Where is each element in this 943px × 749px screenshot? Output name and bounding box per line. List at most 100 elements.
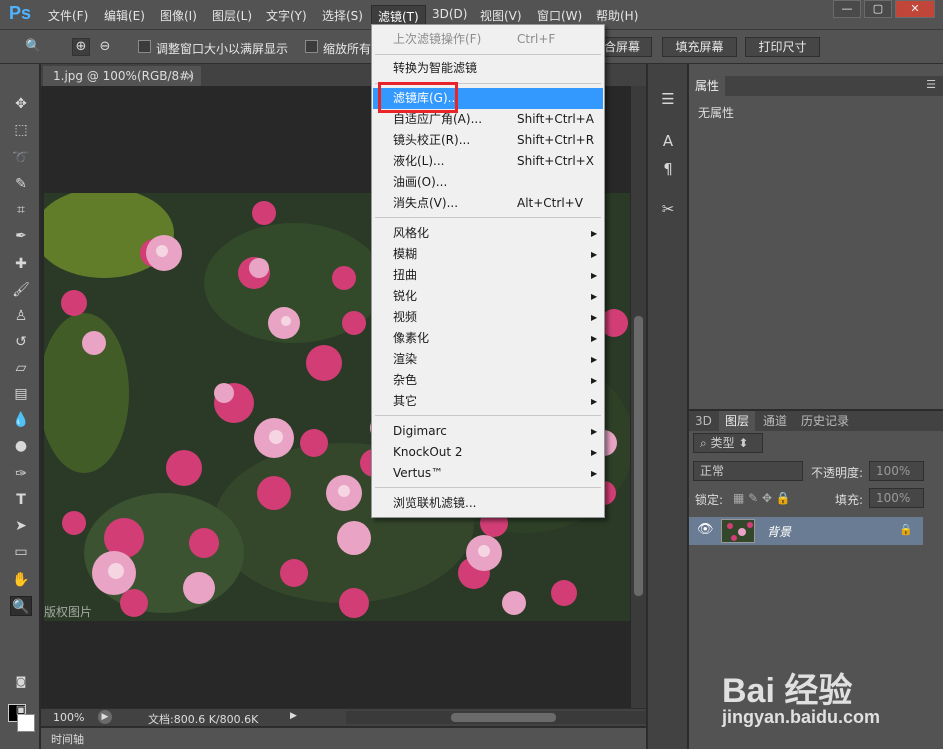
gradient-tool-icon[interactable]: ▤: [10, 384, 32, 404]
quick-select-tool-icon[interactable]: ✎: [10, 174, 32, 194]
zoom-level[interactable]: 100%: [53, 711, 84, 724]
vertical-scroll-thumb[interactable]: [634, 316, 643, 596]
character-panel-icon[interactable]: A: [657, 130, 679, 152]
status-menu-arrow-icon[interactable]: ▶: [290, 711, 297, 721]
menu-item-oil-paint[interactable]: 油画(O)...: [373, 172, 603, 193]
close-button[interactable]: ✕: [895, 0, 935, 18]
move-tool-icon[interactable]: ✥: [10, 94, 32, 114]
menu-help[interactable]: 帮助(H): [596, 7, 638, 24]
print-size-button[interactable]: 打印尺寸: [745, 37, 820, 57]
zoom-out-icon[interactable]: ⊖: [96, 38, 114, 56]
status-info-icon[interactable]: ▶: [98, 710, 112, 724]
menu-separator: [375, 54, 601, 55]
history-brush-tool-icon[interactable]: ↺: [10, 332, 32, 352]
tab-layers[interactable]: 图层: [719, 411, 756, 431]
tab-properties[interactable]: 属性: [689, 76, 726, 96]
menu-item-video[interactable]: 视频 ▶: [373, 307, 603, 328]
properties-panel: 属性 ☰ 无属性: [688, 64, 943, 409]
clone-stamp-tool-icon[interactable]: ♙: [10, 306, 32, 326]
menu-layer[interactable]: 图层(L): [212, 7, 252, 24]
menu-type[interactable]: 文字(Y): [266, 7, 307, 24]
vertical-scrollbar[interactable]: [631, 86, 646, 708]
zoom-tool-icon[interactable]: 🔍: [24, 38, 42, 56]
lasso-tool-icon[interactable]: ➰: [10, 148, 32, 168]
opacity-input[interactable]: 100%: [869, 461, 924, 481]
menu-item-vertus[interactable]: Vertus™ ▶: [373, 463, 603, 484]
menu-select[interactable]: 选择(S): [322, 7, 363, 24]
brush-tool-icon[interactable]: 🖌: [10, 280, 32, 300]
marquee-tool-icon[interactable]: ⬚: [10, 120, 32, 140]
eyedropper-tool-icon[interactable]: ✒: [10, 226, 32, 246]
hand-tool-icon[interactable]: ✋: [10, 570, 32, 590]
blur-tool-icon[interactable]: 💧: [10, 410, 32, 430]
fill-screen-button[interactable]: 填充屏幕: [662, 37, 737, 57]
menu-item-render[interactable]: 渲染 ▶: [373, 349, 603, 370]
menu-item-blur[interactable]: 模糊 ▶: [373, 244, 603, 265]
sharpen-label: 锐化: [393, 289, 418, 303]
menu-item-distort[interactable]: 扭曲 ▶: [373, 265, 603, 286]
dodge-tool-icon[interactable]: ●: [10, 436, 32, 456]
horizontal-scrollbar[interactable]: [346, 711, 646, 724]
menu-item-noise[interactable]: 杂色 ▶: [373, 370, 603, 391]
render-label: 渲染: [393, 352, 418, 366]
menu-item-liquify[interactable]: 液化(L)... Shift+Ctrl+X: [373, 151, 603, 172]
minimize-button[interactable]: —: [833, 0, 861, 18]
quick-mask-icon[interactable]: ◙: [10, 672, 32, 692]
pixelate-label: 像素化: [393, 331, 430, 345]
timeline-label[interactable]: 时间轴: [51, 731, 84, 747]
submenu-arrow-icon: ▶: [591, 448, 598, 457]
menu-item-pixelate[interactable]: 像素化 ▶: [373, 328, 603, 349]
menu-item-vanishing-point[interactable]: 消失点(V)... Alt+Ctrl+V: [373, 193, 603, 214]
lock-icons[interactable]: ▦ ✎ ✥ 🔒: [733, 491, 791, 505]
close-tab-icon[interactable]: ×: [185, 66, 195, 86]
menu-3d[interactable]: 3D(D): [432, 7, 467, 21]
menu-item-browse-online-filters[interactable]: 浏览联机滤镜...: [373, 493, 603, 514]
tab-3d[interactable]: 3D: [689, 411, 718, 431]
tool-presets-icon[interactable]: ✂: [657, 198, 679, 220]
menu-item-lens-correction[interactable]: 镜头校正(R)... Shift+Ctrl+R: [373, 130, 603, 151]
menu-view[interactable]: 视图(V): [480, 7, 522, 24]
menu-edit[interactable]: 编辑(E): [104, 7, 145, 24]
layer-row-background[interactable]: 👁 背景 🔒: [689, 517, 923, 545]
screen-mode-icon[interactable]: ▣: [10, 700, 32, 720]
paragraph-panel-icon[interactable]: ¶: [657, 158, 679, 180]
layers-tab-strip: 3D 图层 通道 历史记录: [689, 411, 943, 431]
fill-input[interactable]: 100%: [869, 488, 924, 508]
tab-channels[interactable]: 通道: [757, 411, 793, 431]
layer-kind-filter[interactable]: ⌕ 类型 ⬍: [693, 433, 763, 453]
menu-image[interactable]: 图像(I): [160, 7, 197, 24]
zoom-all-checkbox[interactable]: [305, 40, 318, 53]
eye-visibility-icon[interactable]: 👁: [697, 522, 714, 537]
zoom-tool-icon[interactable]: 🔍: [10, 596, 32, 616]
document-tab[interactable]: 1.jpg @ 100%(RGB/8#) ×: [43, 66, 201, 86]
lens-correction-shortcut: Shift+Ctrl+R: [517, 133, 595, 147]
menu-item-convert-smart-filter[interactable]: 转换为智能滤镜: [373, 58, 603, 79]
menu-item-knockout[interactable]: KnockOut 2 ▶: [373, 442, 603, 463]
menu-item-other[interactable]: 其它 ▶: [373, 391, 603, 412]
path-select-tool-icon[interactable]: ➤: [10, 516, 32, 536]
healing-brush-tool-icon[interactable]: ✚: [10, 254, 32, 274]
document-tab-title: 1.jpg @ 100%(RGB/8#): [53, 69, 194, 83]
rectangle-tool-icon[interactable]: ▭: [10, 542, 32, 562]
stylize-label: 风格化: [393, 226, 430, 240]
zoom-in-icon[interactable]: ⊕: [72, 38, 90, 56]
tab-history[interactable]: 历史记录: [795, 411, 855, 431]
horizontal-scroll-thumb[interactable]: [451, 713, 556, 722]
pen-tool-icon[interactable]: ✑: [10, 464, 32, 484]
panel-menu-icon[interactable]: ☰: [926, 78, 936, 91]
restore-button[interactable]: ▢: [864, 0, 892, 18]
other-label: 其它: [393, 394, 418, 408]
submenu-arrow-icon: ▶: [591, 292, 598, 301]
menu-item-stylize[interactable]: 风格化 ▶: [373, 223, 603, 244]
menu-window[interactable]: 窗口(W): [537, 7, 582, 24]
menu-item-sharpen[interactable]: 锐化 ▶: [373, 286, 603, 307]
type-tool-icon[interactable]: T: [10, 490, 32, 510]
eraser-tool-icon[interactable]: ▱: [10, 358, 32, 378]
properties-panel-icon[interactable]: ☰: [657, 88, 679, 110]
menu-item-digimarc[interactable]: Digimarc ▶: [373, 421, 603, 442]
blend-mode-select[interactable]: 正常: [693, 461, 803, 481]
resize-windows-checkbox[interactable]: [138, 40, 151, 53]
menu-item-last-filter: 上次滤镜操作(F) Ctrl+F: [373, 29, 603, 50]
menu-file[interactable]: 文件(F): [48, 7, 88, 24]
crop-tool-icon[interactable]: ⌗: [10, 200, 32, 220]
